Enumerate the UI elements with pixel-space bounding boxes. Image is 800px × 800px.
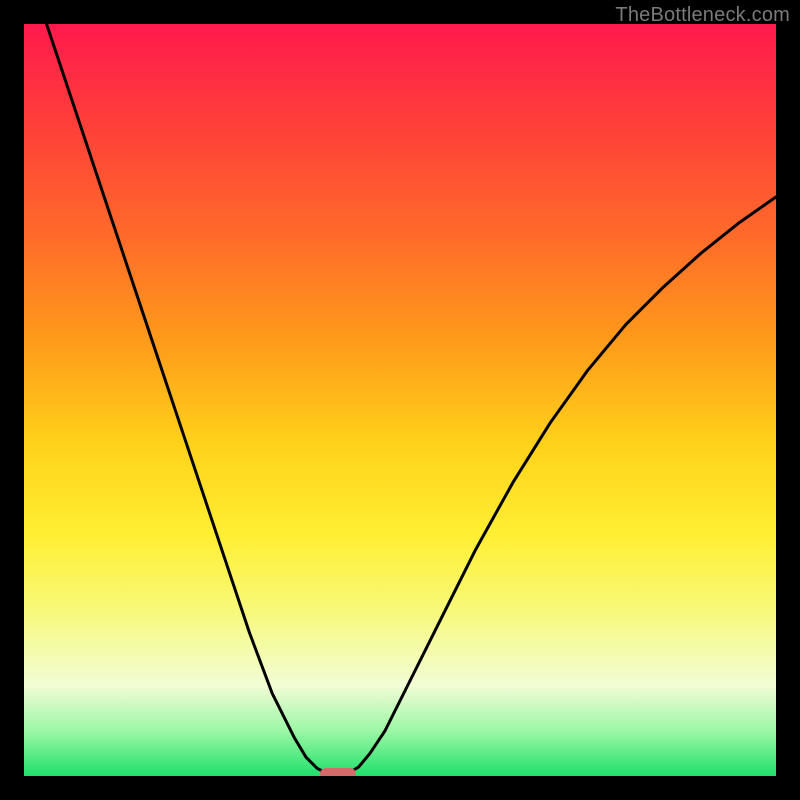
curve-layer bbox=[24, 24, 776, 776]
bottleneck-marker bbox=[320, 768, 356, 776]
chart-frame: TheBottleneck.com bbox=[0, 0, 800, 800]
curve-left-branch bbox=[47, 24, 329, 774]
plot-area bbox=[24, 24, 776, 776]
curve-right-branch bbox=[347, 197, 776, 774]
watermark-text: TheBottleneck.com bbox=[615, 4, 790, 27]
